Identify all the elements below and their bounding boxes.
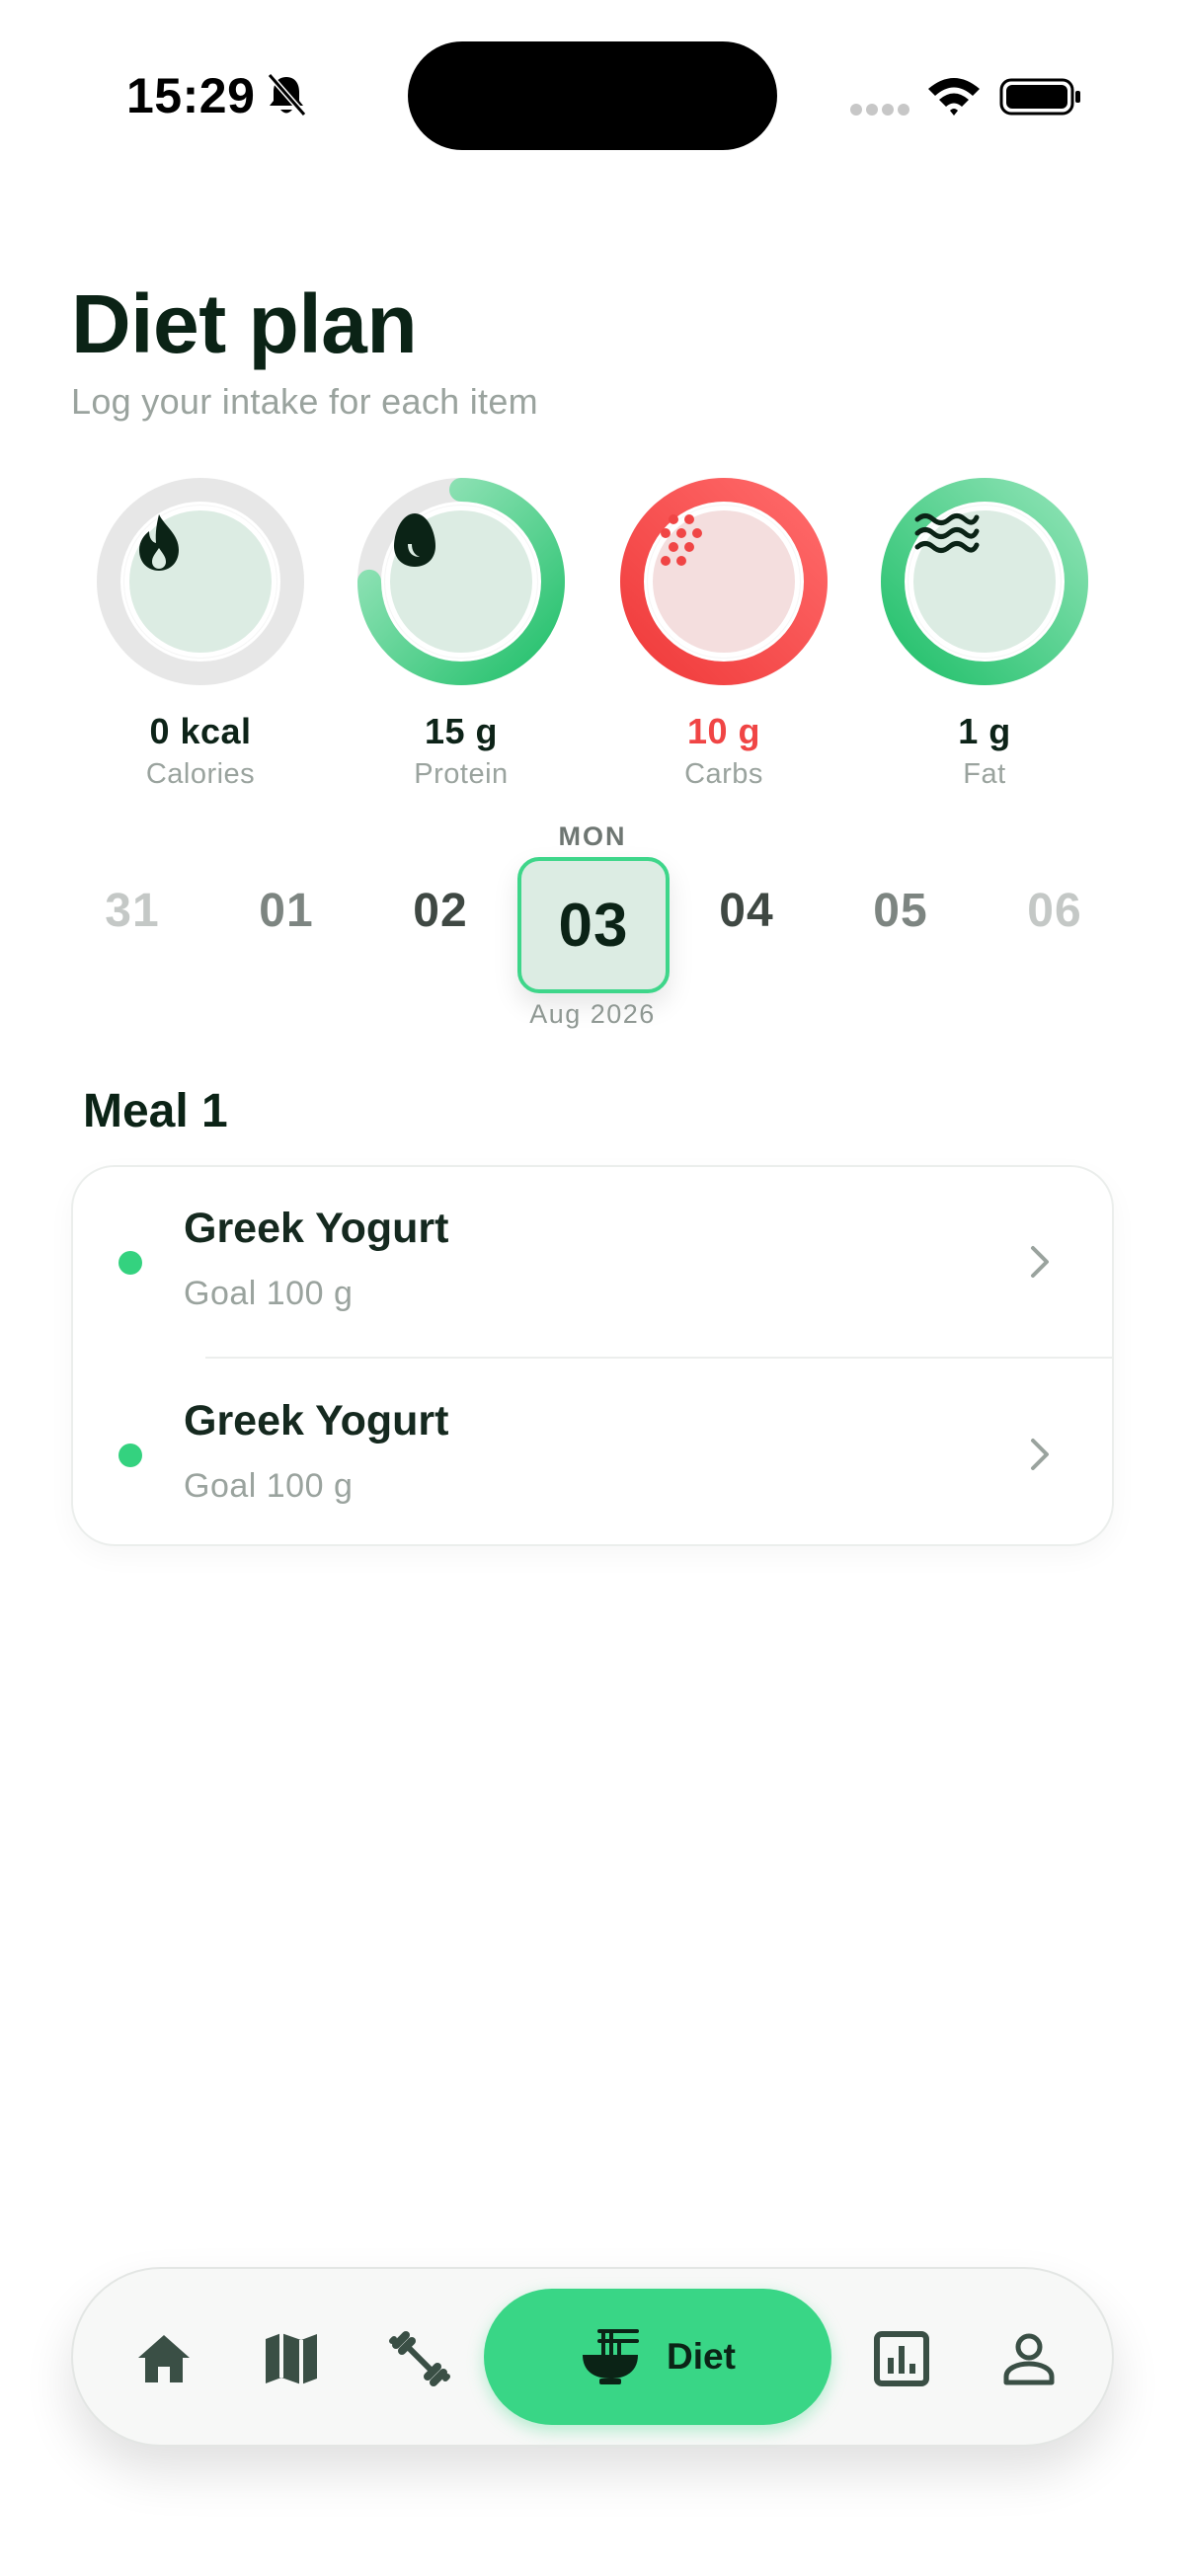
chevron-right-icon xyxy=(1031,1439,1049,1470)
dumbbell-icon xyxy=(389,2331,450,2386)
calories-label: Calories xyxy=(145,758,256,790)
calories-ring xyxy=(97,478,304,685)
carbs-value: 10 g xyxy=(686,711,761,751)
wifi-icon xyxy=(928,78,980,116)
bell-muted-icon xyxy=(267,73,307,117)
carbs-ring xyxy=(620,478,828,685)
home-icon xyxy=(138,2335,190,2382)
meal-item-row[interactable]: Greek Yogurt Goal 100 g xyxy=(73,1167,1112,1359)
fat-ring xyxy=(881,478,1088,685)
date-item[interactable]: 02 xyxy=(381,884,500,938)
flame-icon xyxy=(139,514,179,571)
fat-value: 1 g xyxy=(958,711,1011,751)
protein-ring xyxy=(357,478,565,685)
date-item-selected[interactable]: 03 xyxy=(517,857,670,993)
fat-ring-center xyxy=(908,506,1061,658)
bottom-tab-bar: Diet xyxy=(71,2267,1114,2447)
protein-label: Protein xyxy=(414,758,509,790)
selected-weekday: MON xyxy=(558,821,627,851)
fat-label: Fat xyxy=(963,758,1006,790)
noodle-bowl-icon xyxy=(583,2329,640,2384)
date-item[interactable]: 06 xyxy=(995,884,1114,938)
battery-icon xyxy=(999,78,1080,116)
grain-dots-icon xyxy=(661,514,702,566)
macro-fat[interactable]: 1 g Fat xyxy=(881,478,1088,791)
carbs-label: Carbs xyxy=(684,758,763,790)
date-item[interactable]: 04 xyxy=(687,884,806,938)
profile-icon xyxy=(1003,2333,1055,2385)
chart-icon xyxy=(874,2331,929,2386)
egg-icon xyxy=(394,513,435,567)
dynamic-island xyxy=(408,41,777,150)
tab-workout[interactable] xyxy=(385,2324,454,2393)
meal-item-name: Greek Yogurt xyxy=(184,1205,449,1252)
status-time: 15:29 xyxy=(126,68,256,123)
calories-ring-center xyxy=(124,506,276,658)
meal-item-name: Greek Yogurt xyxy=(184,1397,449,1444)
tab-diet[interactable]: Diet xyxy=(484,2289,831,2425)
meal-card: Greek Yogurt Goal 100 g Greek Yogurt Goa… xyxy=(71,1165,1114,1546)
macro-calories[interactable]: 0 kcal Calories xyxy=(97,478,304,791)
selected-month: Aug 2026 xyxy=(529,999,656,1029)
date-item[interactable]: 05 xyxy=(841,884,960,938)
page-subtitle: Log your intake for each item xyxy=(71,381,538,422)
chevron-right-icon xyxy=(1031,1246,1049,1278)
meal-item-row[interactable]: Greek Yogurt Goal 100 g xyxy=(73,1358,1112,1548)
protein-value: 15 g xyxy=(424,711,499,751)
map-icon xyxy=(266,2333,317,2384)
carbs-ring-center xyxy=(648,506,800,658)
meal-item-goal: Goal 100 g xyxy=(184,1275,354,1312)
tab-stats[interactable] xyxy=(867,2324,936,2393)
macro-protein[interactable]: 15 g Protein xyxy=(357,478,565,791)
tab-diet-label: Diet xyxy=(667,2336,736,2377)
date-item[interactable]: 01 xyxy=(227,884,346,938)
tab-map[interactable] xyxy=(257,2324,326,2393)
waves-icon xyxy=(914,513,980,553)
macro-carbs[interactable]: 10 g Carbs xyxy=(620,478,828,791)
date-item[interactable]: 31 xyxy=(73,884,192,938)
signal-icon xyxy=(850,104,909,116)
status-dot xyxy=(118,1444,142,1467)
page-title: Diet plan xyxy=(71,277,418,370)
tab-profile[interactable] xyxy=(994,2324,1064,2393)
status-dot xyxy=(118,1251,142,1275)
tab-home[interactable] xyxy=(129,2324,198,2393)
protein-ring-center xyxy=(385,506,537,658)
meal-item-goal: Goal 100 g xyxy=(184,1467,354,1505)
calories-value: 0 kcal xyxy=(149,711,252,751)
meal-title: Meal 1 xyxy=(83,1085,228,1137)
